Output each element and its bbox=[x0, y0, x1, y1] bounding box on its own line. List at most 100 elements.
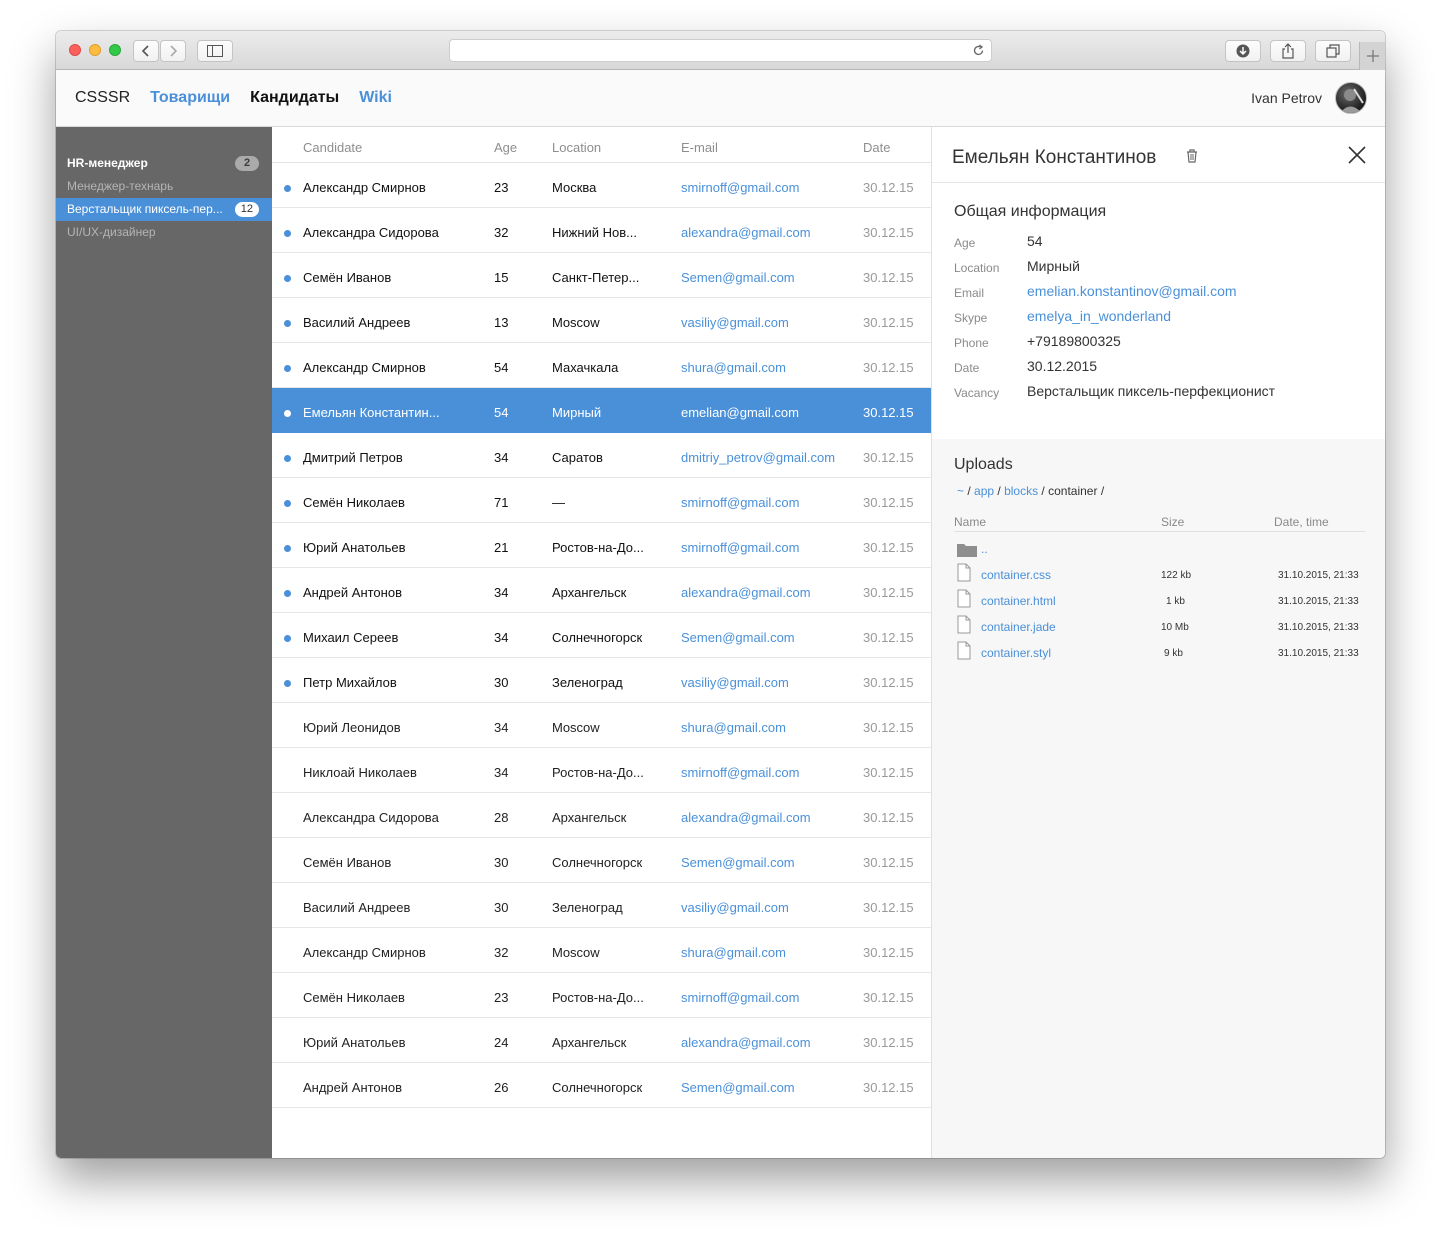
candidate-email[interactable]: smirnoff@gmail.com bbox=[681, 765, 799, 780]
table-row[interactable]: Семён Иванов 15 Санкт-Петер... Semen@gmail.… bbox=[272, 253, 931, 298]
file-name-link[interactable]: container.html bbox=[981, 594, 1056, 608]
table-row[interactable]: Юрий Анатольев 24 Архангельск alexandra@gma… bbox=[272, 1018, 931, 1063]
file-name-link[interactable]: container.jade bbox=[981, 620, 1056, 634]
brand-logo[interactable]: CSSSR bbox=[75, 89, 130, 107]
trash-icon[interactable] bbox=[1186, 149, 1198, 163]
column-header-location[interactable]: Location bbox=[552, 140, 601, 155]
minimize-window-button[interactable] bbox=[89, 44, 101, 56]
candidate-email[interactable]: Semen@gmail.com bbox=[681, 630, 795, 645]
close-window-button[interactable] bbox=[69, 44, 81, 56]
nav-item-wiki[interactable]: Wiki bbox=[359, 89, 392, 107]
column-header-age[interactable]: Age bbox=[494, 140, 517, 155]
column-header-email[interactable]: E-mail bbox=[681, 140, 718, 155]
candidate-email[interactable]: vasiliy@gmail.com bbox=[681, 900, 789, 915]
candidate-name: Петр Михайлов bbox=[303, 675, 397, 690]
table-row[interactable]: Никлоай Николаев 34 Ростов-на-До... smirnof… bbox=[272, 748, 931, 793]
file-row[interactable]: container.css 122 kb 31.10.2015, 21:33 bbox=[954, 563, 1365, 589]
nav-item-comrades[interactable]: Товарищи bbox=[150, 89, 230, 107]
candidate-date: 30.12.15 bbox=[863, 900, 914, 915]
table-row[interactable]: Александр Смирнов 54 Махачкала shura@gmail.… bbox=[272, 343, 931, 388]
candidate-email[interactable]: Semen@gmail.com bbox=[681, 270, 795, 285]
field-value[interactable]: emelya_in_wonderland bbox=[1027, 308, 1171, 324]
column-header-size[interactable]: Size bbox=[1161, 515, 1184, 529]
candidate-email[interactable]: shura@gmail.com bbox=[681, 945, 786, 960]
candidate-email[interactable]: shura@gmail.com bbox=[681, 360, 786, 375]
table-row[interactable]: Семён Николаев 71 — smirnoff@gmail.com 30.12… bbox=[272, 478, 931, 523]
sidebar-item-pixel-perfect-developer[interactable]: Верстальщик пиксель-пер... 12 bbox=[56, 198, 272, 221]
table-row[interactable]: Андрей Антонов 26 Солнечногорск Semen@gmail… bbox=[272, 1063, 931, 1108]
candidate-email[interactable]: vasiliy@gmail.com bbox=[681, 675, 789, 690]
column-header-datetime[interactable]: Date, time bbox=[1274, 515, 1329, 529]
candidate-email[interactable]: alexandra@gmail.com bbox=[681, 225, 811, 240]
table-row[interactable]: Юрий Анатольев 21 Ростов-на-До... smirnoff@… bbox=[272, 523, 931, 568]
table-row[interactable]: Дмитрий Петров 34 Саратов dmitriy_petrov@gm… bbox=[272, 433, 931, 478]
table-row[interactable]: Петр Михайлов 30 Зеленоград vasiliy@gmail.c… bbox=[272, 658, 931, 703]
breadcrumb-blocks[interactable]: blocks bbox=[1004, 484, 1038, 498]
file-name-link[interactable]: container.css bbox=[981, 568, 1051, 582]
table-row[interactable]: Василий Андреев 13 Moscow vasiliy@gmail.com… bbox=[272, 298, 931, 343]
candidate-email[interactable]: smirnoff@gmail.com bbox=[681, 990, 799, 1005]
field-value[interactable]: emelian.konstantinov@gmail.com bbox=[1027, 283, 1237, 299]
candidate-email[interactable]: smirnoff@gmail.com bbox=[681, 495, 799, 510]
parent-folder-link[interactable]: .. bbox=[981, 542, 988, 556]
table-row[interactable]: Александра Сидорова 28 Архангельск alexandr… bbox=[272, 793, 931, 838]
table-row[interactable]: Емельян Константин... 54 Мирный emelian@gma… bbox=[272, 388, 931, 433]
nav-item-candidates[interactable]: Кандидаты bbox=[250, 89, 339, 107]
table-row[interactable]: Михаил Сереев 34 Солнечногорск Semen@gmail.… bbox=[272, 613, 931, 658]
user-name[interactable]: Ivan Petrov bbox=[1251, 90, 1322, 106]
table-row[interactable]: Александр Смирнов 32 Moscow shura@gmail.com… bbox=[272, 928, 931, 973]
close-icon[interactable] bbox=[1348, 146, 1366, 164]
table-row[interactable]: Семён Иванов 30 Солнечногорск Semen@gmail.c… bbox=[272, 838, 931, 883]
candidate-age: 34 bbox=[494, 765, 509, 780]
table-row[interactable]: Александра Сидорова 32 Нижний Нов... alexan… bbox=[272, 208, 931, 253]
table-row[interactable]: Александр Смирнов 23 Москва smirnoff@gmail.… bbox=[272, 163, 931, 208]
breadcrumb-app[interactable]: app bbox=[974, 484, 994, 498]
new-tab-button[interactable] bbox=[1359, 42, 1385, 70]
forward-button[interactable] bbox=[160, 40, 186, 62]
candidate-email[interactable]: alexandra@gmail.com bbox=[681, 1035, 811, 1050]
column-header-candidate[interactable]: Candidate bbox=[303, 140, 362, 155]
back-button[interactable] bbox=[133, 40, 159, 62]
table-row[interactable]: Юрий Леонидов 34 Moscow shura@gmail.com 30.1… bbox=[272, 703, 931, 748]
zoom-window-button[interactable] bbox=[109, 44, 121, 56]
field-label: Age bbox=[954, 236, 976, 250]
candidate-email[interactable]: Semen@gmail.com bbox=[681, 855, 795, 870]
sidebar-item-hr-manager[interactable]: HR-менеджер 2 bbox=[56, 152, 272, 175]
table-row[interactable]: Семён Николаев 23 Ростов-на-До... smirnoff@… bbox=[272, 973, 931, 1018]
file-row[interactable]: container.jade 10 Mb 31.10.2015, 21:33 bbox=[954, 615, 1365, 641]
reload-icon[interactable] bbox=[972, 44, 985, 57]
user-menu[interactable]: Ivan Petrov bbox=[1251, 82, 1367, 114]
candidate-email[interactable]: vasiliy@gmail.com bbox=[681, 315, 789, 330]
downloads-button[interactable] bbox=[1225, 40, 1261, 62]
candidate-email[interactable]: smirnoff@gmail.com bbox=[681, 540, 799, 555]
file-size: 122 kb bbox=[1161, 570, 1192, 581]
count-badge: 12 bbox=[234, 202, 259, 217]
main-nav: CSSSR Товарищи Кандидаты Wiki bbox=[75, 89, 412, 107]
table-row[interactable]: Андрей Антонов 34 Архангельск alexandra@gma… bbox=[272, 568, 931, 613]
candidate-name: Андрей Антонов bbox=[303, 585, 402, 600]
candidate-email[interactable]: smirnoff@gmail.com bbox=[681, 180, 799, 195]
column-header-name[interactable]: Name bbox=[954, 515, 986, 529]
file-row[interactable]: container.styl 9 kb 31.10.2015, 21:33 bbox=[954, 641, 1365, 667]
share-button[interactable] bbox=[1270, 40, 1306, 62]
file-name-link[interactable]: container.styl bbox=[981, 646, 1051, 660]
table-row[interactable]: Василий Андреев 30 Зеленоград vasiliy@gmail… bbox=[272, 883, 931, 928]
candidate-email[interactable]: shura@gmail.com bbox=[681, 720, 786, 735]
candidate-email[interactable]: emelian@gmail.com bbox=[681, 405, 799, 420]
candidate-email[interactable]: Semen@gmail.com bbox=[681, 1080, 795, 1095]
candidate-email[interactable]: alexandra@gmail.com bbox=[681, 585, 811, 600]
avatar[interactable] bbox=[1335, 82, 1367, 114]
tabs-button[interactable] bbox=[1315, 40, 1351, 62]
sidebar-toggle-button[interactable] bbox=[197, 40, 233, 62]
file-row[interactable]: container.html 1 kb 31.10.2015, 21:33 bbox=[954, 589, 1365, 615]
field-value: +79189800325 bbox=[1027, 333, 1121, 349]
candidate-email[interactable]: alexandra@gmail.com bbox=[681, 810, 811, 825]
sidebar-item-ui-ux-designer[interactable]: UI/UX-дизайнер bbox=[56, 221, 272, 244]
sidebar-item-tech-manager[interactable]: Менеджер-технарь bbox=[56, 175, 272, 198]
breadcrumb-home[interactable]: ~ bbox=[957, 484, 964, 498]
parent-folder-row[interactable]: .. bbox=[954, 537, 1365, 563]
address-bar[interactable] bbox=[449, 39, 992, 62]
candidate-email[interactable]: dmitriy_petrov@gmail.com bbox=[681, 450, 835, 465]
unread-dot-icon bbox=[284, 545, 291, 552]
column-header-date[interactable]: Date bbox=[863, 140, 890, 155]
